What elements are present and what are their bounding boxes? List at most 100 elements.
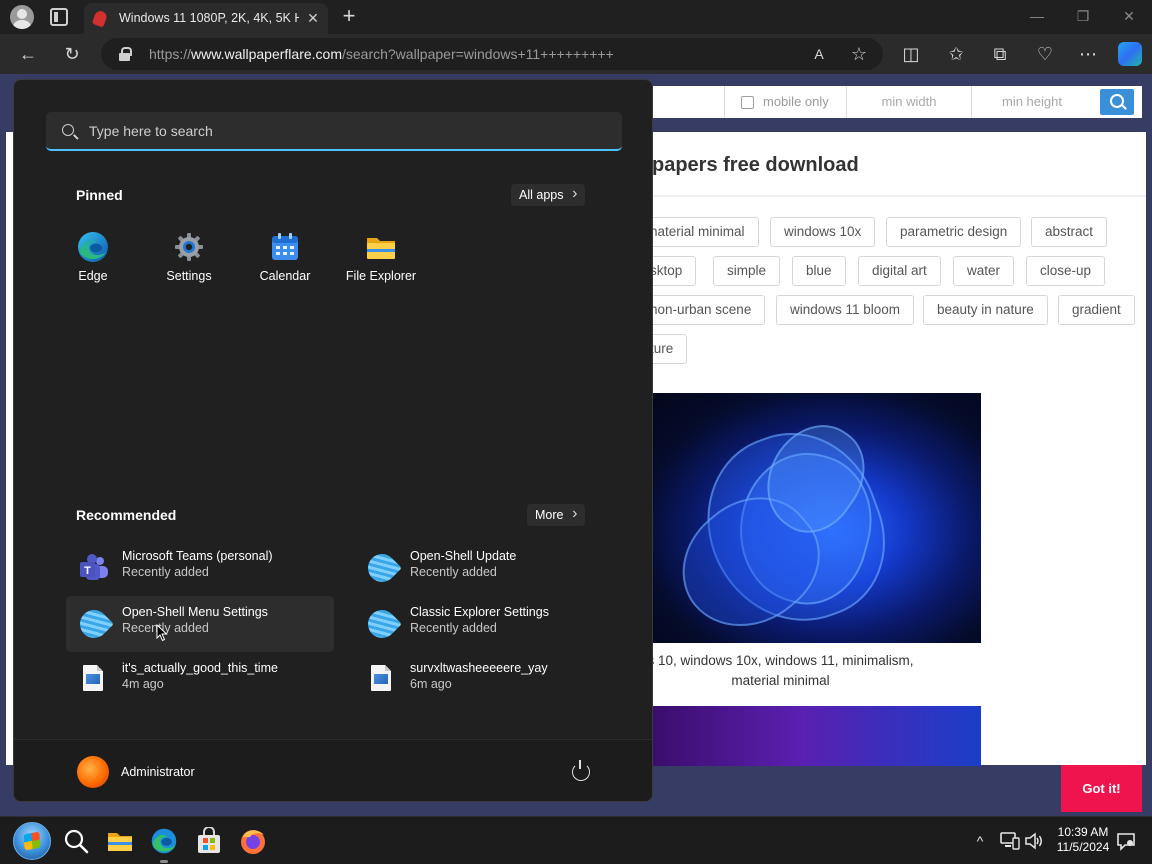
pinned-app-label: Settings bbox=[166, 269, 212, 283]
tag-link[interactable]: blue bbox=[792, 256, 846, 286]
tab-close-icon[interactable]: ✕ bbox=[304, 9, 322, 27]
split-screen-icon[interactable]: ◫ bbox=[900, 43, 922, 65]
recommended-item[interactable]: T Microsoft Teams (personal) Recently ad… bbox=[66, 540, 334, 596]
tag-link[interactable]: sktop bbox=[646, 256, 697, 286]
start-button[interactable] bbox=[13, 822, 51, 860]
recommended-item[interactable]: it's_actually_good_this_time 4m ago bbox=[66, 652, 334, 708]
maximize-button[interactable]: ❐ bbox=[1068, 5, 1098, 27]
pinned-app-label: Calendar bbox=[259, 269, 311, 283]
start-menu: Type here to search Pinned All apps Edge bbox=[13, 79, 653, 802]
browser-toolbar: ← ↻ https://www.wallpaperflare.com/searc… bbox=[0, 34, 1152, 74]
edge-icon[interactable] bbox=[150, 827, 178, 855]
user-avatar[interactable] bbox=[77, 756, 109, 788]
min-height-input[interactable]: min height bbox=[971, 86, 1092, 118]
search-icon bbox=[62, 124, 74, 136]
mobile-only-checkbox[interactable] bbox=[741, 96, 754, 109]
volume-icon[interactable] bbox=[1024, 832, 1044, 850]
tag-link[interactable]: windows 11 bloom bbox=[776, 295, 915, 325]
tag-link[interactable]: gradient bbox=[1058, 295, 1135, 325]
favorite-star-icon[interactable]: ☆ bbox=[848, 43, 870, 65]
tag-link[interactable]: hon-urban scene bbox=[646, 295, 766, 325]
more-button[interactable]: More bbox=[527, 503, 586, 526]
new-tab-button[interactable]: + bbox=[338, 4, 360, 28]
tag-link[interactable]: windows 10x bbox=[770, 217, 876, 247]
copilot-icon[interactable] bbox=[1118, 42, 1142, 66]
user-name[interactable]: Administrator bbox=[121, 765, 195, 779]
tag-link[interactable]: abstract bbox=[1031, 217, 1108, 247]
profile-avatar-icon[interactable] bbox=[10, 5, 34, 29]
recommended-item[interactable]: Open-Shell Update Recently added bbox=[354, 540, 622, 596]
image-file-icon bbox=[83, 665, 103, 691]
url-domain: www.wallpaperflare.com bbox=[191, 46, 342, 62]
recommended-item[interactable]: Classic Explorer Settings Recently added bbox=[354, 596, 622, 652]
notification-icon[interactable] bbox=[1116, 831, 1136, 851]
favorites-icon[interactable]: ✩ bbox=[945, 43, 967, 65]
browser-title-bar: Windows 11 1080P, 2K, 4K, 5K HD ✕ + — ❐ … bbox=[0, 0, 1152, 34]
recommended-item-title: survxltwasheeeeere_yay bbox=[410, 661, 548, 675]
url-scheme: https:// bbox=[149, 46, 192, 62]
url-text[interactable]: https://www.wallpaperflare.com/search?wa… bbox=[149, 46, 614, 62]
search-icon[interactable] bbox=[63, 828, 89, 854]
lock-icon[interactable] bbox=[119, 47, 132, 61]
microsoft-store-icon[interactable] bbox=[195, 827, 223, 855]
mobile-only-filter[interactable]: mobile only bbox=[724, 86, 846, 118]
clock-time: 10:39 AM bbox=[1057, 825, 1109, 839]
firefox-icon[interactable] bbox=[239, 827, 267, 855]
pinned-app-label: Edge bbox=[78, 269, 108, 283]
wallpaper-thumbnail[interactable] bbox=[650, 706, 981, 766]
recommended-item-title: it's_actually_good_this_time bbox=[122, 661, 278, 675]
pinned-app-calendar[interactable]: Calendar bbox=[237, 231, 333, 301]
file-explorer-icon[interactable] bbox=[106, 827, 134, 855]
recommended-item[interactable]: survxltwasheeeeere_yay 6m ago bbox=[354, 652, 622, 708]
recommended-item-subtitle: Recently added bbox=[410, 565, 497, 579]
tag-link[interactable]: parametric design bbox=[886, 217, 1022, 247]
folder-icon bbox=[367, 238, 395, 259]
recommended-item-subtitle: Recently added bbox=[122, 565, 209, 579]
image-file-icon bbox=[371, 665, 391, 691]
wallpaper-caption[interactable]: s 10, windows 10x, windows 11, minimalis… bbox=[640, 651, 921, 691]
tag-link[interactable]: close-up bbox=[1026, 256, 1106, 286]
tag-link[interactable]: naterial minimal bbox=[646, 217, 759, 247]
header-strip bbox=[650, 118, 1142, 132]
recommended-item-title: Open-Shell Update bbox=[410, 549, 517, 563]
tag-link[interactable]: water bbox=[953, 256, 1015, 286]
browser-tab[interactable]: Windows 11 1080P, 2K, 4K, 5K HD ✕ bbox=[84, 3, 328, 34]
tab-actions-icon[interactable] bbox=[50, 8, 68, 26]
taskbar: ^ 10:39 AM 11/5/2024 bbox=[0, 816, 1152, 864]
wallpaper-thumbnail[interactable] bbox=[650, 393, 981, 643]
network-icon[interactable] bbox=[1000, 832, 1020, 850]
collections-icon[interactable]: ⧉ bbox=[989, 43, 1011, 65]
more-menu-icon[interactable]: ⋯ bbox=[1077, 43, 1099, 65]
pinned-app-label: File Explorer bbox=[345, 269, 417, 283]
cookie-accept-button[interactable]: Got it! bbox=[1061, 765, 1142, 812]
tag-link[interactable]: beauty in nature bbox=[923, 295, 1048, 325]
recommended-item-subtitle: Recently added bbox=[410, 621, 497, 635]
recommended-item-title: Classic Explorer Settings bbox=[410, 605, 549, 619]
pinned-app-edge[interactable]: Edge bbox=[45, 231, 141, 301]
minimize-button[interactable]: — bbox=[1022, 5, 1052, 27]
min-width-input[interactable]: min width bbox=[846, 86, 971, 118]
shell-icon bbox=[362, 548, 402, 588]
tag-link[interactable]: simple bbox=[713, 256, 781, 286]
read-aloud-icon[interactable]: A bbox=[808, 43, 830, 65]
address-bar[interactable]: https://www.wallpaperflare.com/search?wa… bbox=[101, 38, 883, 70]
mouse-cursor-icon bbox=[156, 624, 168, 642]
close-window-button[interactable]: ✕ bbox=[1114, 5, 1144, 27]
pinned-app-settings[interactable]: Settings bbox=[141, 231, 237, 301]
refresh-icon[interactable]: ↻ bbox=[61, 43, 83, 65]
calendar-icon bbox=[272, 233, 298, 260]
browser-essentials-icon[interactable]: ♡ bbox=[1034, 43, 1056, 65]
all-apps-button[interactable]: All apps bbox=[511, 183, 586, 206]
page-heading: papers free download bbox=[652, 154, 859, 176]
tag-link[interactable]: digital art bbox=[858, 256, 941, 286]
recommended-item[interactable]: Open-Shell Menu Settings Recently added bbox=[66, 596, 334, 652]
wallpaper-search-button[interactable] bbox=[1092, 86, 1142, 118]
clock[interactable]: 10:39 AM 11/5/2024 bbox=[1052, 825, 1114, 855]
start-search-box[interactable]: Type here to search bbox=[46, 112, 622, 151]
back-arrow-icon[interactable]: ← bbox=[17, 43, 39, 65]
power-icon[interactable] bbox=[572, 760, 590, 781]
tray-overflow-chevron-icon[interactable]: ^ bbox=[970, 831, 990, 851]
shell-icon bbox=[74, 604, 114, 644]
pinned-app-file-explorer[interactable]: File Explorer bbox=[333, 231, 429, 301]
start-search-placeholder: Type here to search bbox=[89, 123, 213, 139]
